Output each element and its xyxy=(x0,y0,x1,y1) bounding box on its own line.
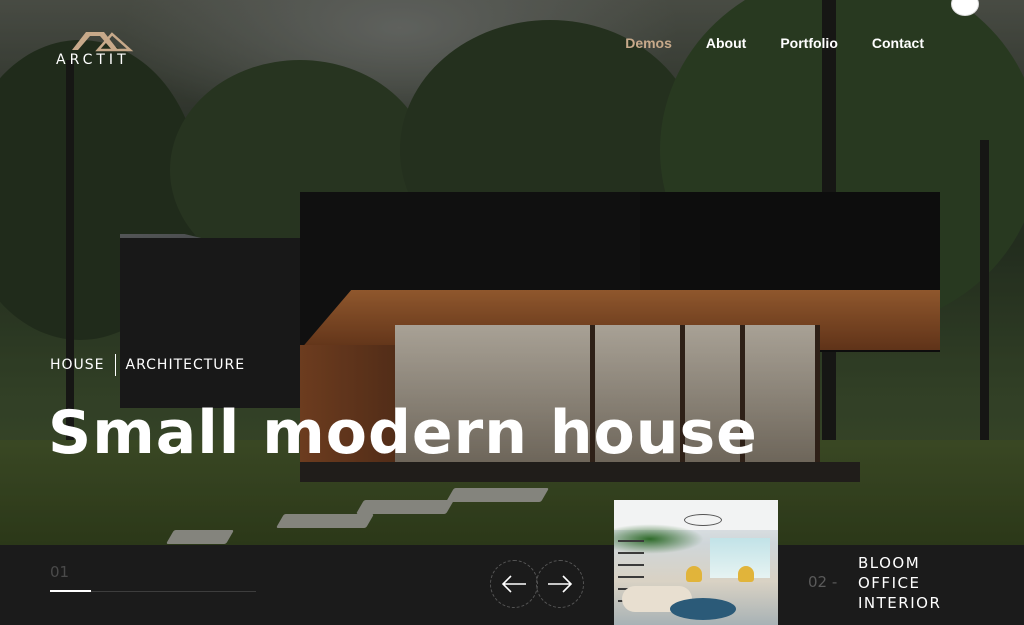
slider-controls-bar: 01 02 - BLOOM OFFICE INTERIOR xyxy=(0,545,1024,625)
arrow-left-icon xyxy=(501,575,526,593)
thumb-chair xyxy=(686,566,702,582)
next-slide-number: 02 - xyxy=(808,573,838,591)
next-slide-title[interactable]: BLOOM OFFICE INTERIOR xyxy=(858,553,941,613)
category-house: HOUSE xyxy=(50,357,105,373)
next-slide-thumbnail[interactable] xyxy=(614,500,778,625)
next-slide-title-line: INTERIOR xyxy=(858,594,942,612)
category-divider xyxy=(114,354,116,376)
slide-progress-fill xyxy=(50,590,92,592)
arrow-right-icon xyxy=(548,575,573,593)
prev-slide-button[interactable] xyxy=(490,560,538,608)
category-architecture: ARCHITECTURE xyxy=(125,357,246,373)
logo-text: ARCTIT xyxy=(56,52,130,68)
slide-category: HOUSE ARCHITECTURE xyxy=(50,354,245,376)
house-roof-logo-icon xyxy=(72,32,134,52)
main-nav: Demos About Portfolio Contact xyxy=(625,35,924,51)
next-slide-button[interactable] xyxy=(536,560,584,608)
nav-item-portfolio[interactable]: Portfolio xyxy=(780,35,838,51)
logo[interactable]: ARCTIT xyxy=(56,28,146,70)
thumb-chair xyxy=(738,566,754,582)
next-slide-title-line: OFFICE xyxy=(858,574,921,592)
nav-item-demos[interactable]: Demos xyxy=(625,35,672,51)
slide-title: Small modern house xyxy=(48,398,758,468)
slide-number-current: 01 xyxy=(50,563,70,581)
nav-item-contact[interactable]: Contact xyxy=(872,35,924,51)
thumb-rug xyxy=(670,598,736,620)
nav-item-about[interactable]: About xyxy=(706,35,746,51)
next-slide-title-line: BLOOM xyxy=(858,554,921,572)
slide-progress-track xyxy=(50,590,256,592)
